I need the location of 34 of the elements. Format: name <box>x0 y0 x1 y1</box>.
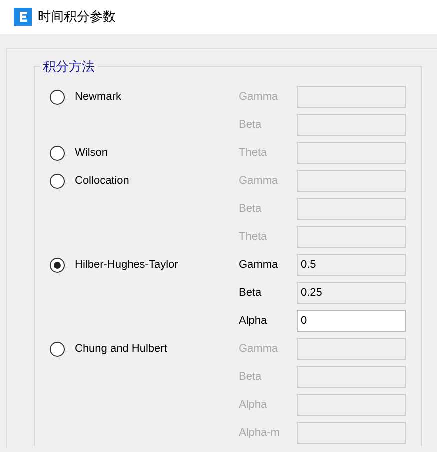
radio-button[interactable] <box>50 146 65 160</box>
radio-button[interactable] <box>50 258 65 272</box>
parameter-label: Beta <box>239 287 262 299</box>
radio-button[interactable] <box>50 174 65 188</box>
radio-label[interactable]: Chung and Hulbert <box>75 343 168 355</box>
parameter-label: Theta <box>239 231 268 243</box>
parameter-label: Beta <box>239 203 262 215</box>
radio-label[interactable]: Hilber-Hughes-Taylor <box>75 259 178 271</box>
parameter-label: Alpha <box>239 399 268 411</box>
input-field[interactable]: 0.5 <box>297 254 406 276</box>
radio-button[interactable] <box>50 342 65 356</box>
parameter-label: Gamma <box>239 343 278 355</box>
radio-option[interactable]: Hilber-Hughes-Taylor <box>35 255 178 275</box>
parameter-label: Alpha <box>239 315 268 327</box>
group-title: 积分方法 <box>40 58 98 76</box>
parameter-label: Alpha-m <box>239 427 280 439</box>
window-title: 时间积分参数 <box>38 8 116 26</box>
radio-option[interactable]: Wilson <box>35 143 108 163</box>
parameter-label: Gamma <box>239 259 278 271</box>
parameter-label: Gamma <box>239 175 278 187</box>
radio-option[interactable]: Collocation <box>35 171 130 191</box>
app-logo-icon <box>14 8 32 26</box>
radio-option[interactable]: Newmark <box>35 87 122 107</box>
parameter-label: Gamma <box>239 91 278 103</box>
radio-label[interactable]: Newmark <box>75 91 122 103</box>
parameter-label: Theta <box>239 147 268 159</box>
input-field[interactable]: 0 <box>297 310 406 332</box>
radio-label[interactable]: Wilson <box>75 147 108 159</box>
radio-option[interactable]: Chung and Hulbert <box>35 339 168 359</box>
parameter-label: Beta <box>239 371 262 383</box>
radio-button[interactable] <box>50 90 65 104</box>
input-field[interactable]: 0.25 <box>297 282 406 304</box>
radio-label[interactable]: Collocation <box>75 175 130 187</box>
parameter-label: Beta <box>239 119 262 131</box>
